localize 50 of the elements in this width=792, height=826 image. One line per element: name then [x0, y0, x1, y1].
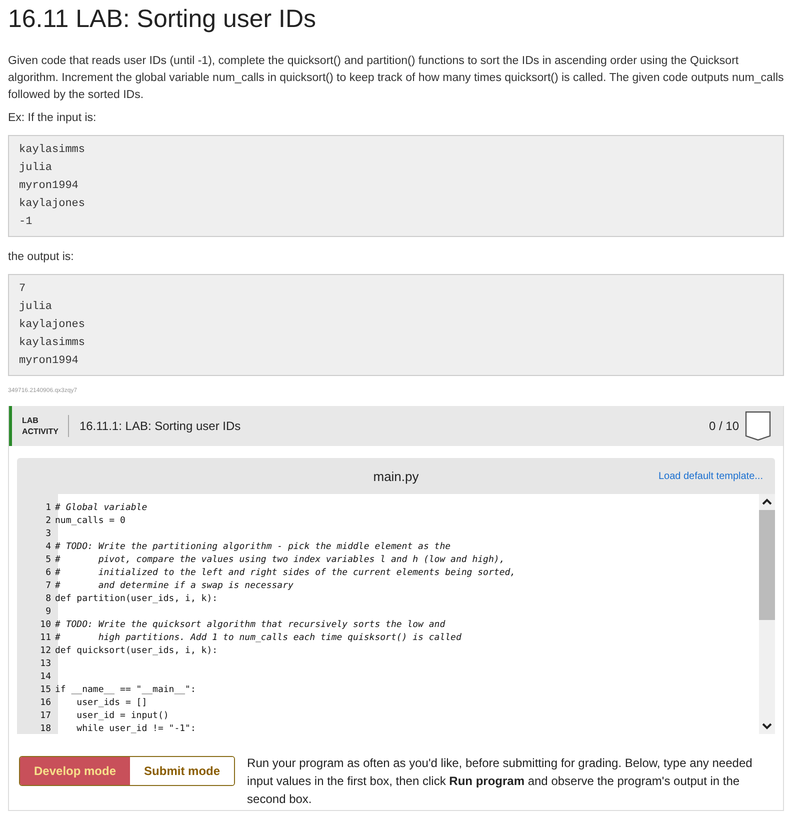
line-number: 12	[39, 645, 52, 658]
code-line: while user_id != "-1":	[76, 723, 196, 734]
line-number: 4	[44, 541, 52, 554]
input-sample-block: kaylasimms julia myron1994 kaylajones -1	[8, 135, 784, 237]
code-line: num_calls = 0	[55, 515, 126, 528]
scrollbar[interactable]	[759, 494, 775, 734]
line-number: 9	[44, 606, 52, 619]
line-number: 1	[44, 502, 52, 515]
code-line: user_id = input()	[76, 710, 169, 723]
code-line: if __name__ == "__main__":	[55, 684, 196, 697]
file-name: main.py	[373, 468, 419, 484]
mode-toggle-button[interactable]: Develop mode	[20, 757, 130, 785]
code-comment: # TODO: Write the partitioning algorithm - pick the middle element as the	[55, 541, 451, 554]
scroll-up-icon[interactable]	[762, 498, 772, 506]
lab-activity-tag: LAB ACTIVITY	[22, 415, 70, 437]
line-number: 13	[39, 658, 52, 671]
scroll-down-icon[interactable]	[762, 722, 772, 730]
code-comment: # pivot, compare the values using two index variables l and h (low and high),	[55, 554, 505, 567]
line-number: 17	[39, 710, 52, 723]
line-number: 7	[44, 580, 52, 593]
code-comment: # initialized to the left and right sides of the current elements being sorted,	[55, 567, 516, 580]
line-number: 10	[39, 619, 52, 632]
score: 0 / 10	[708, 419, 739, 433]
code-line: def partition(user_ids, i, k):	[55, 593, 218, 606]
line-number: 16	[39, 697, 52, 710]
lab-title: 16.11.1: LAB: Sorting user IDs	[78, 419, 242, 433]
line-number: 2	[44, 515, 52, 528]
code-comment: # high partitions. Add 1 to num_calls each time quisksort() is called	[55, 632, 462, 645]
line-number: 3	[44, 528, 52, 541]
code-line: def quicksort(user_ids, i, k):	[55, 645, 218, 658]
line-number: 11	[39, 632, 52, 645]
load-template-link[interactable]: Load default template...	[658, 470, 763, 482]
output-sample-block: 7 julia kaylajones kaylasimms myron1994	[8, 274, 784, 376]
line-number: 6	[44, 567, 52, 580]
line-number: 18	[39, 723, 52, 734]
code-comment: # TODO: Write the quicksort algorithm that recursively sorts the low and	[55, 619, 446, 632]
page-title: 16.11 LAB: Sorting user IDs	[8, 4, 318, 35]
line-number: 14	[39, 671, 52, 684]
line-number: 5	[44, 554, 52, 567]
line-number: 15	[39, 684, 52, 697]
code-line: user_ids = []	[76, 697, 148, 710]
example-label: Ex: If the input is:	[8, 111, 98, 126]
output-label: the output is:	[8, 250, 75, 265]
code-comment: # Global variable	[55, 502, 148, 515]
instructions-text: Run your program as often as you'd like, before submitting for grading. Below, type any needed input values in the first box, then click Run program and observe the program's output in the second box.	[247, 755, 754, 808]
intro-paragraph: Given code that reads user IDs (until -1), complete the quicksort() and partition() functions to sort the IDs in ascending order using the Quicksort algorithm. Increment the global variable num_calls in quicksort() to keep track of how many times quicksort() is called. The given code outputs num_calls followed by the sorted IDs.	[8, 54, 784, 103]
scrollbar-thumb[interactable]	[759, 510, 775, 620]
score-badge-icon	[745, 411, 771, 441]
line-number: 8	[44, 593, 52, 606]
code-comment: # and determine if a swap is necessary	[55, 580, 294, 593]
